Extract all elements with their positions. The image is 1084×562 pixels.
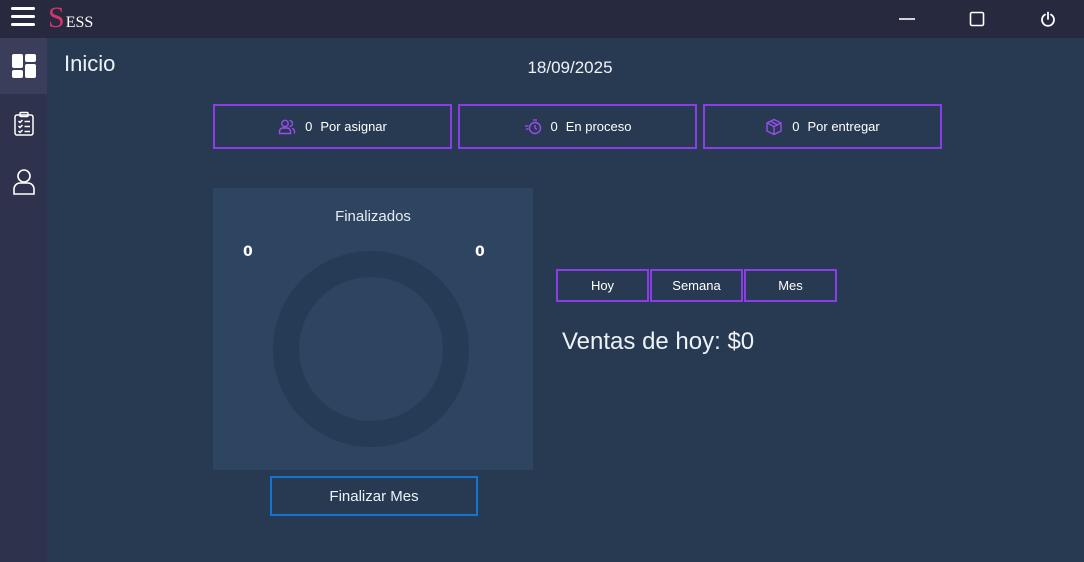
users-icon [278,119,296,134]
sidebar-item-user[interactable] [0,154,47,210]
power-icon [1041,11,1055,27]
minimize-icon [899,18,915,20]
finalizados-donut-chart [273,251,469,447]
donut-ring [273,251,469,447]
ventas-de-hoy: Ventas de hoy: $0 [562,328,755,355]
page-title: Inicio [64,51,116,76]
maximize-button[interactable] [952,0,1002,38]
app-logo: S ESS [48,3,93,35]
tab-semana[interactable]: Semana [650,269,743,302]
stat-count: 0 [792,119,800,134]
finalizar-mes-button[interactable]: Finalizar Mes [270,476,478,516]
timer-icon [524,118,541,134]
stat-label: En proceso [565,119,632,134]
stat-count: 0 [305,119,313,134]
stat-count: 0 [550,119,558,134]
tab-hoy[interactable]: Hoy [556,269,649,302]
clipboard-icon [13,111,34,136]
title-bar: S ESS [0,0,1084,38]
stat-label: Por asignar [320,119,387,134]
stat-en-proceso[interactable]: 0 En proceso [458,104,697,149]
maximize-icon [969,11,985,27]
sidebar [0,38,47,562]
current-date: 18/09/2025 [527,58,613,77]
power-button[interactable] [1023,0,1073,38]
sidebar-item-orders[interactable] [0,96,47,152]
dashboard-icon [11,54,36,78]
stat-label: Por entregar [807,119,880,134]
tab-mes[interactable]: Mes [744,269,837,302]
finalizados-panel: Finalizados 0 0 [213,188,533,470]
sidebar-item-dashboard[interactable] [0,38,47,94]
box-icon [766,118,782,135]
finalizados-left-count: 0 [243,244,253,260]
stat-por-asignar[interactable]: 0 Por asignar [213,104,452,149]
stat-por-entregar[interactable]: 0 Por entregar [703,104,942,149]
minimize-button[interactable] [882,0,932,38]
hamburger-menu-icon[interactable] [11,7,35,27]
panel-title: Finalizados [335,208,411,225]
user-icon [12,169,35,195]
finalizados-right-count: 0 [475,244,485,260]
logo-initial: S [48,1,65,34]
logo-text: ESS [65,14,94,31]
